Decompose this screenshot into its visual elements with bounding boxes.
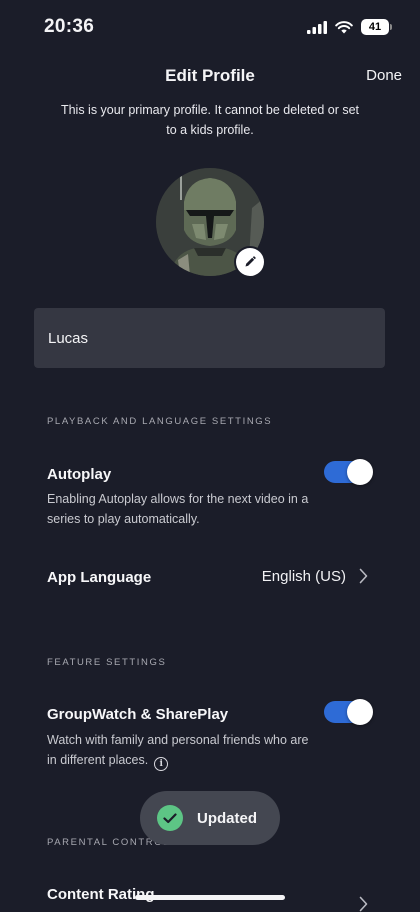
app-language-title[interactable]: App Language: [47, 569, 151, 586]
autoplay-toggle[interactable]: [324, 459, 373, 485]
updated-toast: Updated: [140, 791, 280, 845]
cellular-signal-icon: [307, 20, 327, 34]
checkmark-icon: [157, 805, 183, 831]
toggle-knob: [347, 459, 373, 485]
groupwatch-title: GroupWatch & SharePlay: [47, 706, 229, 723]
edit-avatar-button[interactable]: [236, 248, 264, 276]
toast-label: Updated: [197, 809, 257, 827]
battery-level: 41: [361, 19, 389, 35]
toggle-knob: [347, 699, 373, 725]
nav-bar: Edit Profile Done: [0, 56, 420, 96]
groupwatch-description-text: Watch with family and personal friends w…: [47, 733, 309, 767]
app-language-value[interactable]: English (US): [262, 568, 346, 585]
done-button[interactable]: Done: [366, 67, 402, 84]
autoplay-description: Enabling Autoplay allows for the next vi…: [47, 492, 309, 526]
profile-name-input[interactable]: Lucas: [34, 308, 385, 368]
groupwatch-description: Watch with family and personal friends w…: [47, 731, 317, 772]
battery-icon: 41: [361, 19, 392, 35]
section-header-features: FEATURE SETTINGS: [47, 657, 167, 668]
primary-profile-note: This is your primary profile. It cannot …: [60, 103, 360, 137]
section-header-playback: PLAYBACK AND LANGUAGE SETTINGS: [47, 416, 273, 427]
status-icons: 41: [307, 19, 392, 35]
status-time: 20:36: [44, 16, 95, 37]
info-icon[interactable]: i: [154, 757, 169, 772]
pencil-icon: [245, 256, 256, 267]
autoplay-title: Autoplay: [47, 466, 112, 483]
page-title: Edit Profile: [165, 66, 255, 85]
groupwatch-toggle[interactable]: [324, 699, 373, 725]
chevron-right-icon[interactable]: [359, 568, 368, 584]
chevron-right-icon[interactable]: [359, 896, 368, 912]
wifi-icon: [335, 20, 353, 33]
home-indicator[interactable]: [135, 895, 285, 900]
status-bar: 20:36 41: [0, 0, 420, 56]
